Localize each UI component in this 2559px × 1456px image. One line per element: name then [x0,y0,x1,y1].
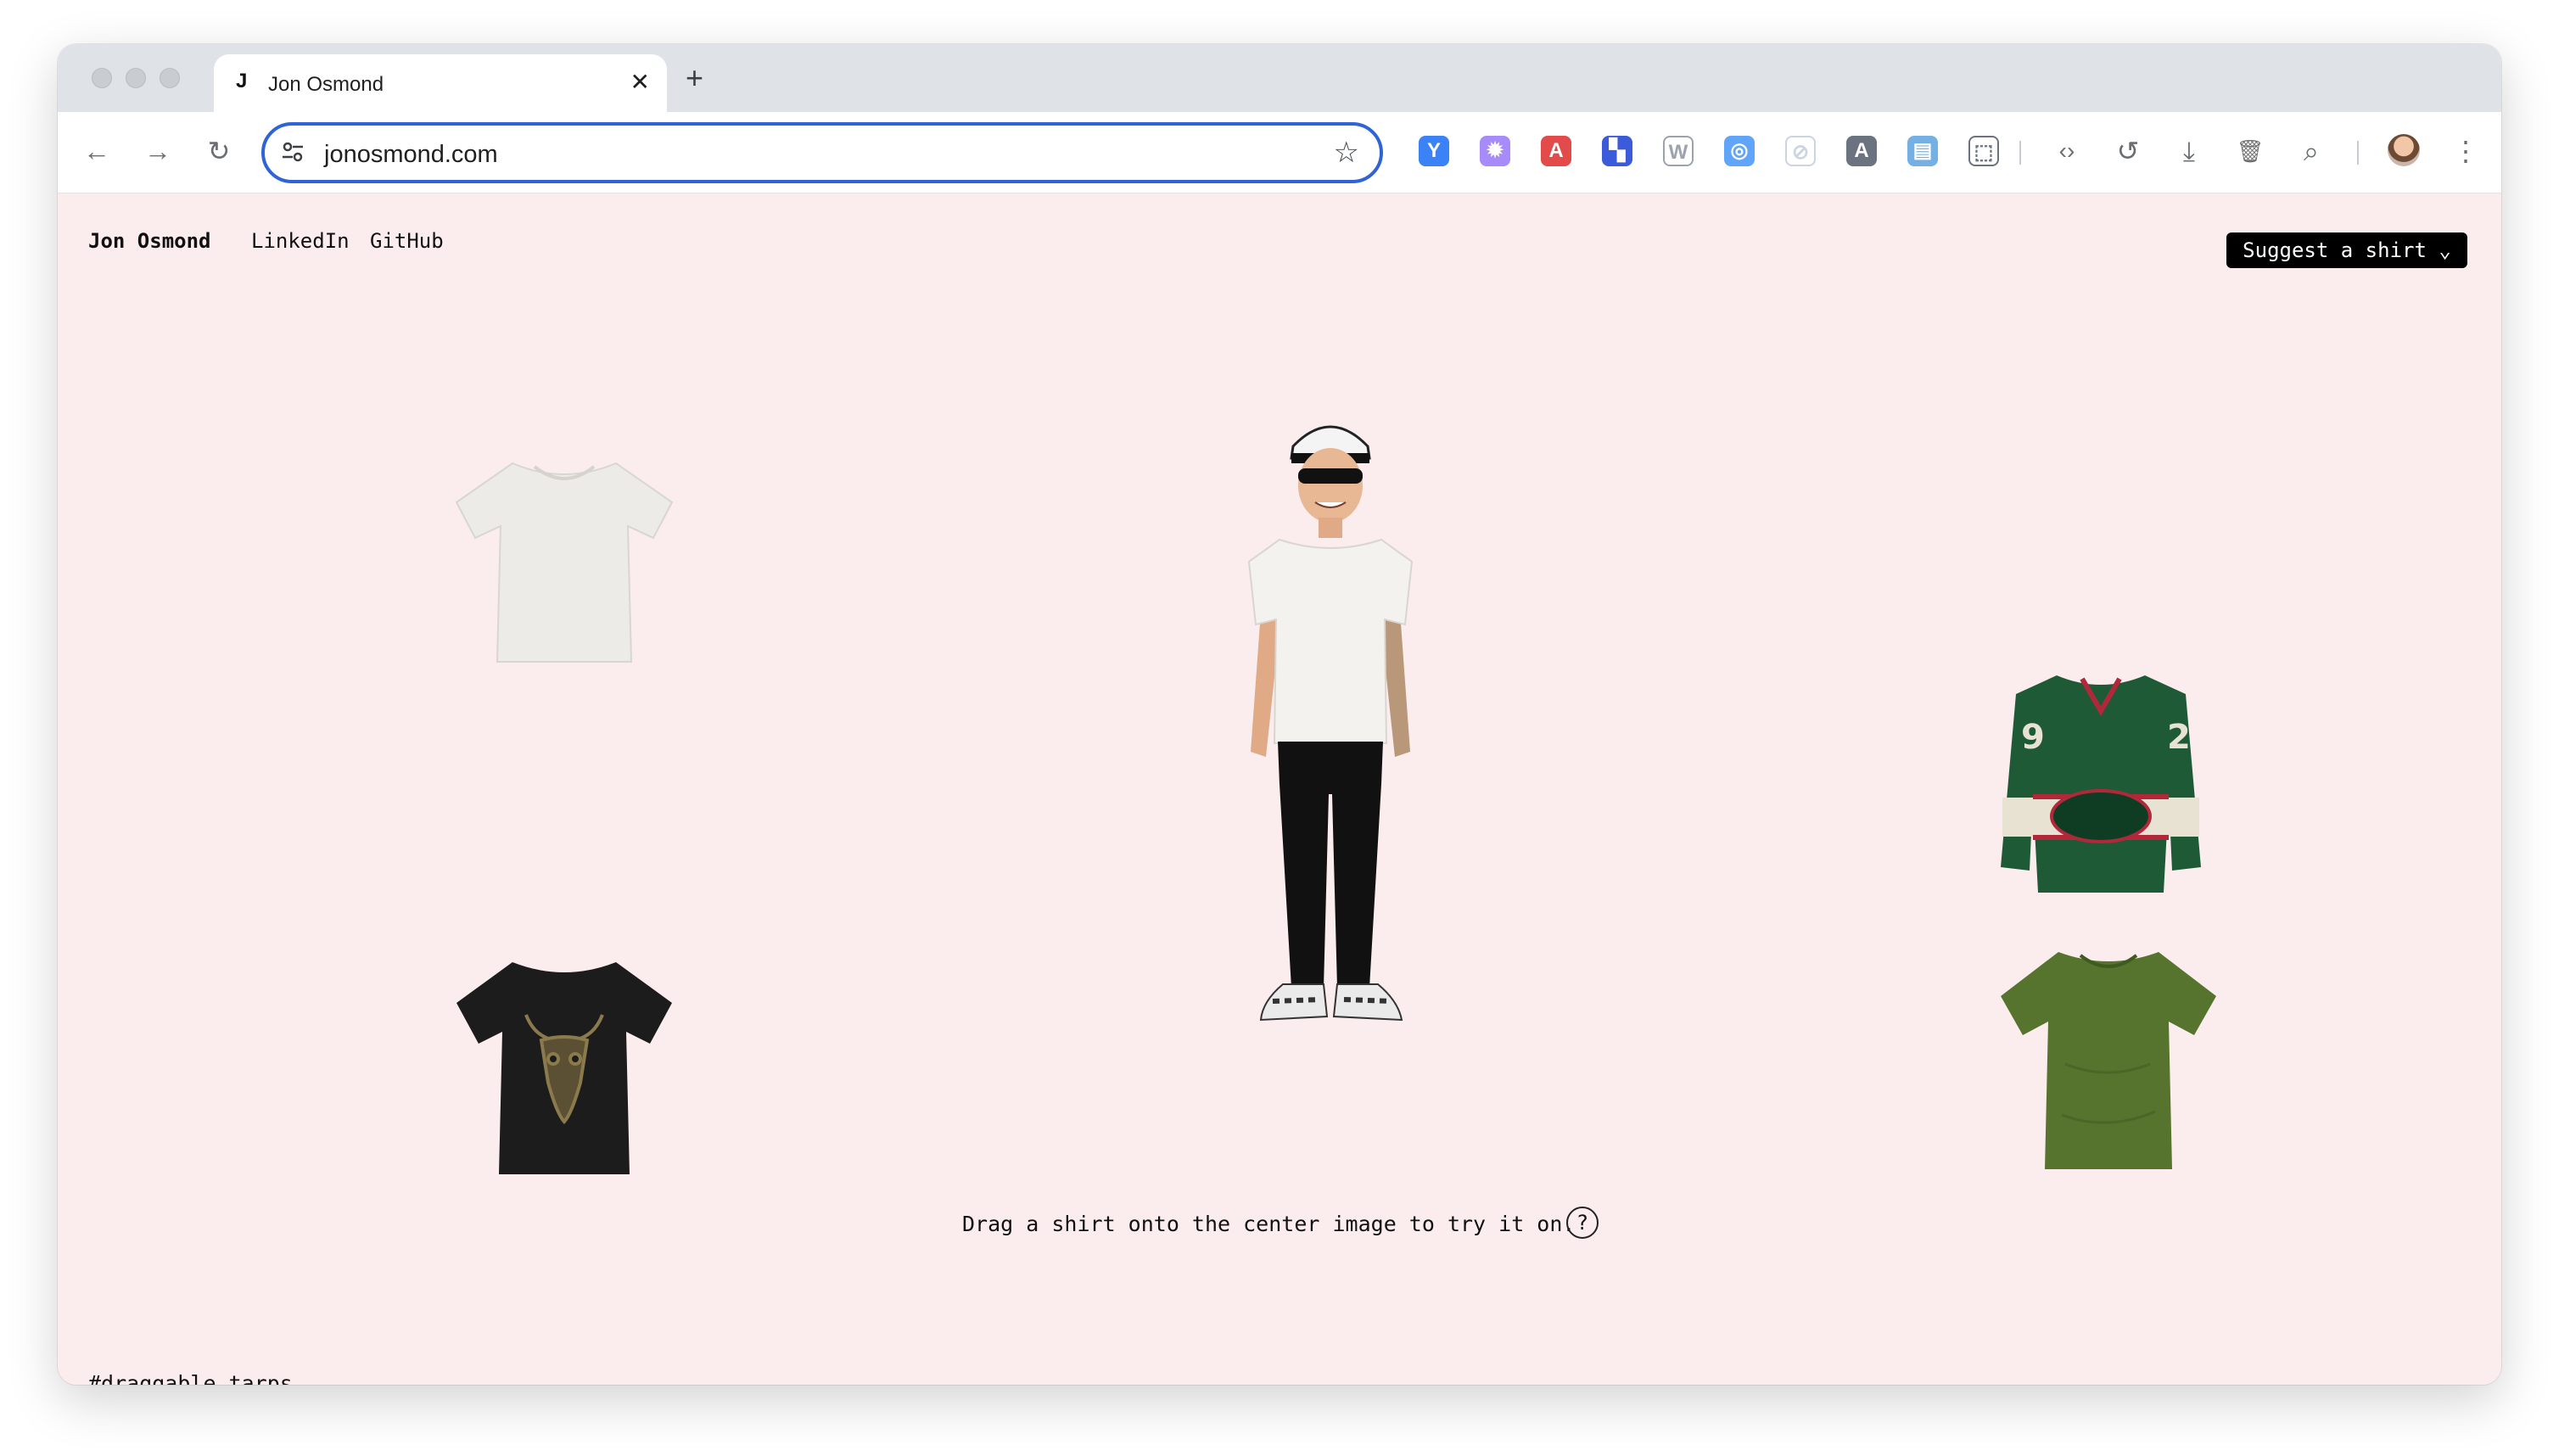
black-bull-skull-tshirt[interactable] [453,955,675,1181]
jersey-number-left: 9 [2021,718,2045,757]
suggest-shirt-button[interactable]: Suggest a shirt ⌄ [2226,232,2467,268]
a-extension-icon[interactable]: A [1541,136,1571,166]
address-bar[interactable]: jonosmond.com ☆ [261,122,1383,183]
minimize-window-button[interactable] [126,68,146,88]
tags-text: #draggable tarps [88,1371,293,1385]
center-person-image[interactable] [1229,412,1432,1040]
close-window-button[interactable] [92,68,112,88]
avatar[interactable] [2388,134,2420,166]
page-content: Jon Osmond LinkedIn GitHub Suggest a shi… [58,193,2501,1385]
a-box-extension-icon[interactable]: A [1846,136,1877,166]
zoom-window-button[interactable] [160,68,180,88]
reader-extension-icon[interactable]: ▤ [1907,136,1938,166]
w-extension-icon[interactable]: W [1663,136,1694,166]
nav-link-linkedin[interactable]: LinkedIn [251,229,350,253]
toolbar-divider [2019,141,2021,165]
compass-extension-icon[interactable]: ⊘ [1785,136,1816,166]
filter-extension-icon[interactable]: Y [1419,136,1449,166]
code-icon[interactable]: ‹› [2048,132,2086,170]
browser-toolbar: ← → ↻ jonosmond.com ☆ Y ✹ A ▚ W ◎ ⊘ A ▤ ⬚ ‹› ↺ ⤓ … [58,112,2501,193]
tab-strip: J Jon Osmond ✕ + [58,44,2501,114]
trash-icon[interactable]: 🗑 [2231,132,2269,170]
tab-active[interactable]: J Jon Osmond ✕ [214,54,667,114]
gear-extension-icon[interactable]: ✹ [1480,136,1510,166]
help-icon[interactable]: ? [1566,1207,1599,1239]
star-icon[interactable]: ☆ [1334,136,1359,170]
white-tshirt[interactable] [453,456,675,669]
menu-icon[interactable]: ⋮ [2447,132,2484,170]
puzzle-icon[interactable]: ⬚ [1968,136,1999,166]
forward-button[interactable]: → [139,132,176,170]
window-controls [92,68,180,88]
olive-green-tshirt[interactable] [1997,945,2220,1176]
new-tab-button[interactable]: + [686,61,703,95]
close-tab-icon[interactable]: ✕ [630,68,650,97]
browser-window: J Jon Osmond ✕ + ← → ↻ jonosmond.com ☆ Y… [58,44,2501,1385]
site-name[interactable]: Jon Osmond [88,229,211,253]
url-text[interactable]: jonosmond.com [324,141,498,169]
jersey-crest [2050,789,2152,843]
tune-icon[interactable] [280,139,305,165]
instructions-text: Drag a shirt onto the center image to tr… [962,1212,1576,1236]
grid-extension-icon[interactable]: ▚ [1602,136,1632,166]
toolbar-divider [2357,141,2359,165]
download-icon[interactable]: ⤓ [2170,132,2208,170]
owl-extension-icon[interactable]: ◎ [1724,136,1755,166]
favicon-icon: J [236,70,248,92]
history-icon[interactable]: ↺ [2109,132,2147,170]
back-button[interactable]: ← [78,132,115,170]
nav-link-github[interactable]: GitHub [370,229,444,253]
search-tabs-icon[interactable]: ⌕ [2293,132,2330,170]
sunglasses [1298,468,1363,484]
tab-title: Jon Osmond [268,73,384,96]
jersey-number-right: 2 [2167,718,2191,757]
reload-button[interactable]: ↻ [200,132,238,170]
wild-hockey-jersey[interactable]: 9 2 [1997,670,2204,899]
